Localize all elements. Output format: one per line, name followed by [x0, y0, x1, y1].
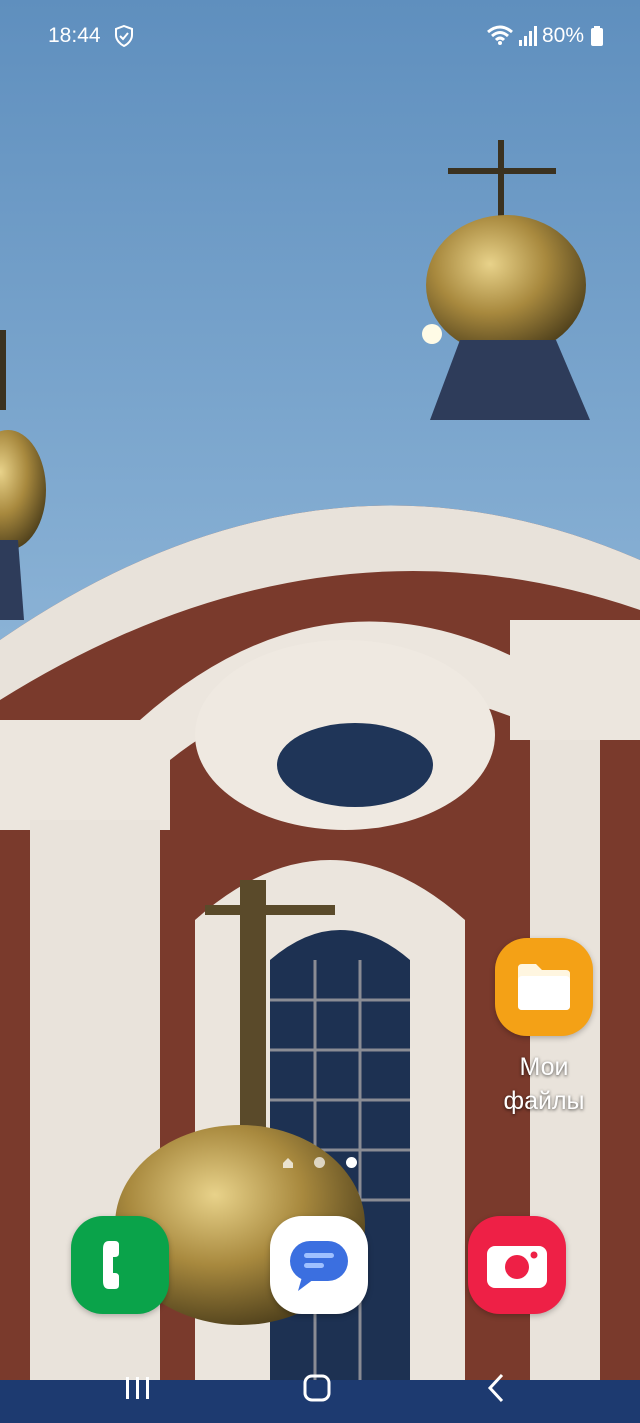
- status-time: 18:44: [48, 24, 101, 47]
- wallpaper: [0, 0, 640, 1423]
- dock-phone-app[interactable]: [71, 1216, 169, 1314]
- shield-icon: [115, 25, 133, 47]
- back-button[interactable]: [476, 1368, 516, 1408]
- dock-messages-app[interactable]: [270, 1216, 368, 1314]
- app-my-files[interactable]: Мои файлы: [480, 938, 608, 1118]
- camera-icon: [487, 1246, 547, 1288]
- dock-camera-app[interactable]: [468, 1216, 566, 1314]
- back-icon: [487, 1373, 504, 1403]
- folder-icon[interactable]: [495, 938, 593, 1036]
- battery-icon: [591, 26, 603, 46]
- recents-button[interactable]: [118, 1368, 158, 1408]
- home-page-indicator-icon[interactable]: [282, 1157, 294, 1169]
- status-bar: 18:44 80%: [0, 0, 640, 72]
- app-label-line1: Мои: [519, 1053, 569, 1081]
- messages-icon: [290, 1241, 348, 1291]
- battery-percentage: 80%: [542, 24, 585, 47]
- recents-icon: [126, 1377, 149, 1399]
- home-button[interactable]: [297, 1368, 337, 1408]
- page-dot[interactable]: [314, 1157, 325, 1168]
- phone-icon: [103, 1241, 119, 1289]
- page-dot-active[interactable]: [346, 1157, 357, 1168]
- signal-icon: [519, 26, 537, 46]
- navigation-bar: [0, 1350, 640, 1423]
- app-label-line2: файлы: [503, 1087, 585, 1115]
- page-indicator[interactable]: [280, 1154, 360, 1170]
- app-label: Мои файлы: [480, 1050, 608, 1118]
- wifi-icon: [487, 25, 513, 45]
- home-icon: [303, 1374, 331, 1402]
